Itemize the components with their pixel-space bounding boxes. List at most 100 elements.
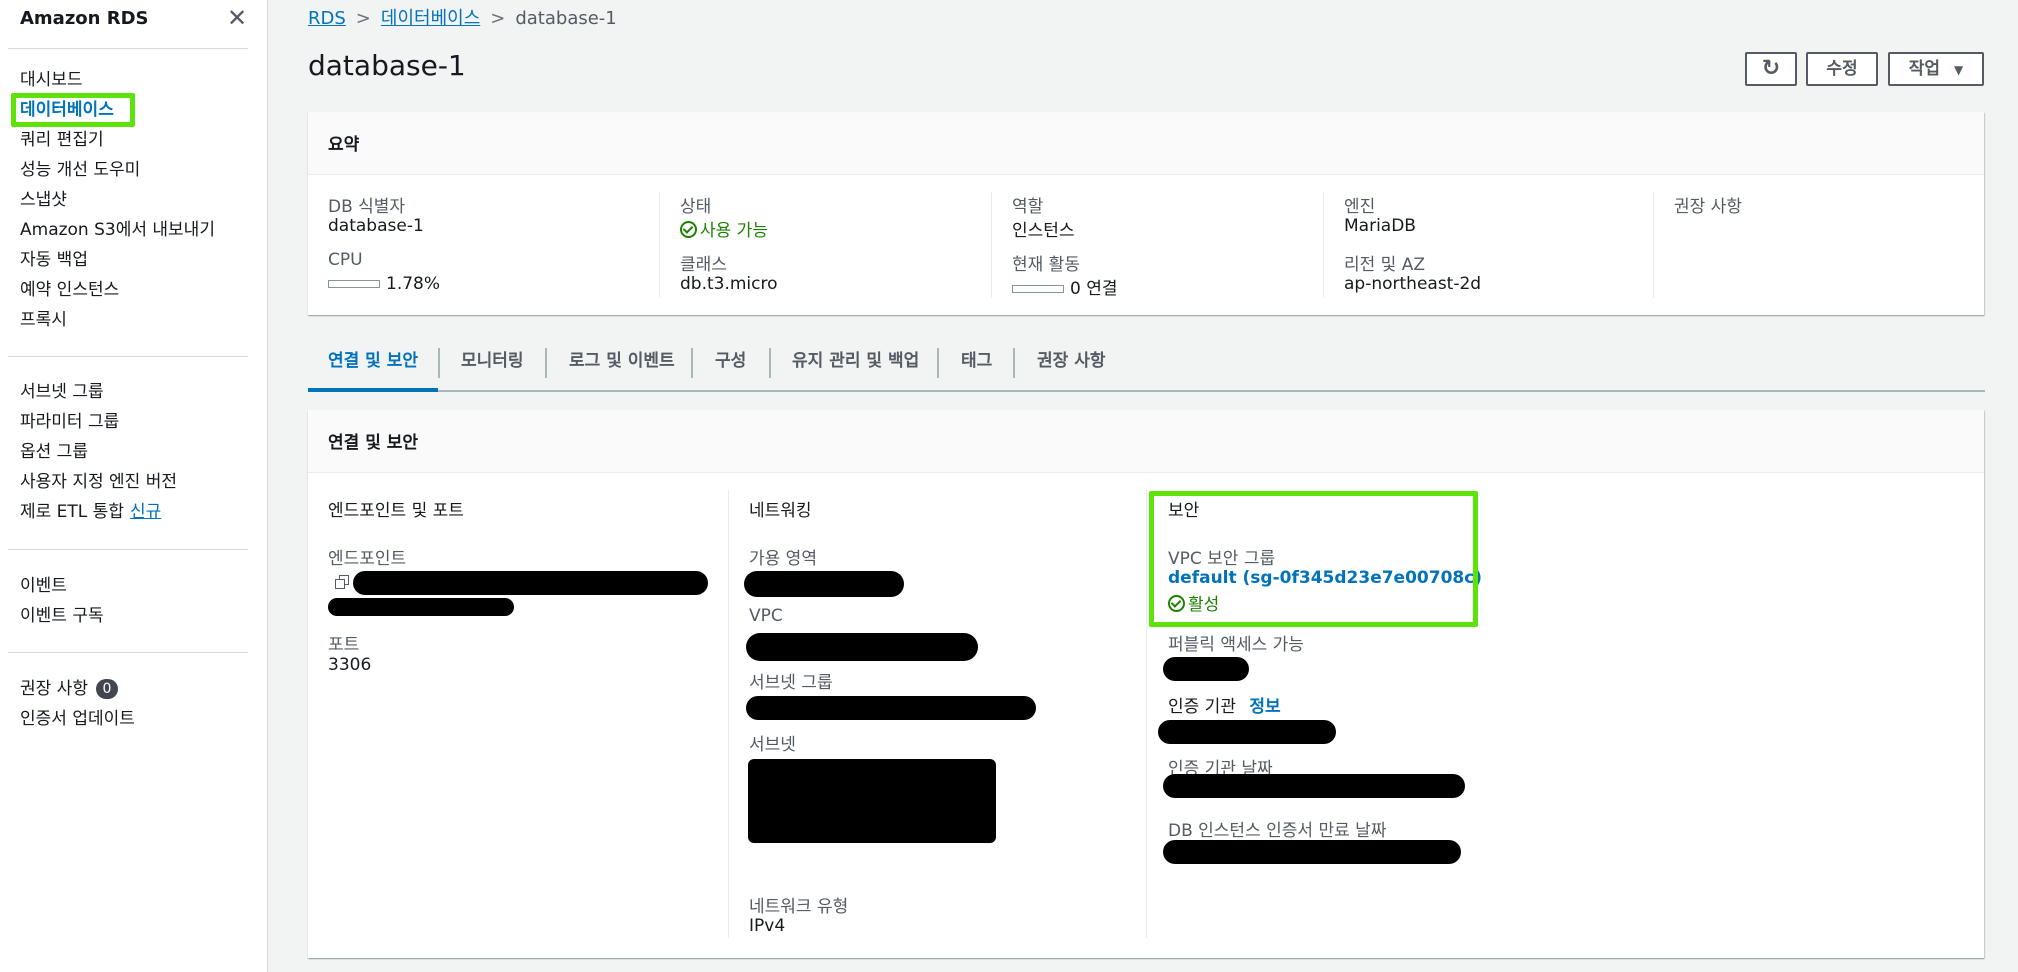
port-label: 포트 [328,635,360,655]
sidebar-title: Amazon RDS [20,8,149,29]
close-icon[interactable]: ✕ [224,6,250,32]
networking-heading: 네트워킹 [749,501,812,521]
cpu-percent: 1.78% [386,274,441,294]
tab-monitoring[interactable]: 모니터링 [461,338,524,388]
chevron-right-icon: > [355,8,371,29]
check-circle-icon [680,221,697,238]
sidebar-divider [8,48,248,49]
sidebar-item-event-subscriptions[interactable]: 이벤트 구독 [20,604,104,628]
region-az-value: ap-northeast-2d [1344,274,1482,294]
port-value: 3306 [328,655,372,675]
availability-zone-label: 가용 영역 [749,549,817,569]
sidebar-item-certificate-update[interactable]: 인증서 업데이트 [20,707,135,731]
connectivity-header: 연결 및 보안 [308,410,1984,473]
class-label: 클래스 [680,255,727,275]
sidebar-item-custom-engine-versions[interactable]: 사용자 지정 엔진 버전 [20,470,177,494]
tab-recommendations[interactable]: 권장 사항 [1037,338,1105,388]
refresh-icon: ↻ [1761,56,1781,81]
modify-button[interactable]: 수정 [1806,52,1878,86]
summary-panel: 요약 DB 식별자 database-1 CPU 1.78% 상태 사용 가능 … [308,112,1984,315]
actions-button[interactable]: 작업 ▼ [1888,52,1984,86]
sidebar-item-label: 권장 사항 [20,679,88,699]
detail-tabs: 연결 및 보안 모니터링 로그 및 이벤트 구성 유지 관리 및 백업 태그 권… [308,338,1985,392]
sidebar-divider [8,652,248,653]
publicly-accessible-label: 퍼블릭 액세스 가능 [1168,635,1304,655]
engine-label: 엔진 [1344,197,1376,217]
tab-configuration[interactable]: 구성 [715,338,746,388]
sidebar-item-reserved-instances[interactable]: 예약 인스턴스 [20,278,119,302]
column-divider [991,192,992,298]
current-activity-label: 현재 활동 [1012,255,1080,275]
connectivity-panel: 연결 및 보안 엔드포인트 및 포트 엔드포인트 포트 3306 네트워킹 가용… [308,410,1984,958]
sidebar-item-parameter-groups[interactable]: 파라미터 그룹 [20,410,119,434]
sidebar-item-subnet-groups[interactable]: 서브넷 그룹 [20,380,104,404]
summary-header: 요약 [308,112,1984,175]
role-label: 역할 [1012,197,1044,217]
engine-value: MariaDB [1344,216,1416,236]
count-badge: 0 [95,679,118,699]
tab-tags[interactable]: 태그 [961,338,992,388]
new-badge[interactable]: 신규 [130,502,161,522]
sidebar-item-performance-insights[interactable]: 성능 개선 도우미 [20,158,140,182]
redacted-subnets [748,759,996,843]
breadcrumb: RDS > 데이터베이스 > database-1 [308,6,617,32]
redacted-endpoint [328,598,514,616]
status-value: 사용 가능 [680,216,768,241]
sidebar-item-snapshots[interactable]: 스냅샷 [20,188,67,212]
highlight-box-security [1149,491,1478,627]
sidebar-header: Amazon RDS ✕ [20,6,250,36]
redacted-endpoint [353,571,708,595]
sidebar-item-query-editor[interactable]: 쿼리 편집기 [20,128,104,152]
column-divider [1146,490,1147,938]
cpu-label: CPU [328,250,363,270]
sidebar-item-events[interactable]: 이벤트 [20,574,67,598]
copy-icon[interactable] [335,575,349,589]
recommendations-label: 권장 사항 [1674,197,1742,217]
redacted-subnet-group [746,696,1036,720]
connectivity-title: 연결 및 보안 [328,433,419,453]
cpu-value: 1.78% [328,274,440,294]
breadcrumb-databases[interactable]: 데이터베이스 [381,8,480,29]
tab-divider [438,348,440,378]
tab-maintenance-backups[interactable]: 유지 관리 및 백업 [792,338,919,388]
sidebar-item-automated-backups[interactable]: 자동 백업 [20,248,88,272]
page-title: database-1 [308,49,466,82]
region-az-label: 리전 및 AZ [1344,255,1426,275]
redacted-availability-zone [744,571,904,597]
subnets-label: 서브넷 [749,735,796,755]
info-link[interactable]: 정보 [1249,697,1280,717]
sidebar-item-exports-s3[interactable]: Amazon S3에서 내보내기 [20,218,215,242]
sidebar-item-label: 제로 ETL 통합 [20,502,124,522]
sidebar-item-zero-etl[interactable]: 제로 ETL 통합 신규 [20,500,161,524]
sidebar-item-recommendations[interactable]: 권장 사항 0 [20,677,118,701]
db-identifier-label: DB 식별자 [328,197,406,217]
cpu-bar [328,280,380,288]
network-type-value: IPv4 [749,916,786,936]
sidebar-item-proxies[interactable]: 프록시 [20,308,67,332]
highlight-box-databases [11,93,135,127]
tab-connectivity-security[interactable]: 연결 및 보안 [308,338,438,392]
endpoint-label: 엔드포인트 [328,549,407,569]
redacted-ca [1158,720,1336,744]
column-divider [1323,192,1324,298]
summary-title: 요약 [328,135,360,155]
tab-divider [937,348,939,378]
breadcrumb-rds[interactable]: RDS [308,8,346,29]
tab-logs-events[interactable]: 로그 및 이벤트 [569,338,675,388]
redacted-vpc [746,633,978,661]
status-text: 사용 가능 [700,221,768,241]
tab-divider [1013,348,1015,378]
subnet-group-label: 서브넷 그룹 [749,673,833,693]
tab-divider [545,348,547,378]
column-divider [1653,192,1654,298]
redacted-ca-date [1163,774,1465,798]
sidebar-item-option-groups[interactable]: 옵션 그룹 [20,440,88,464]
sidebar-divider [8,549,248,550]
sidebar-item-dashboard[interactable]: 대시보드 [20,68,83,92]
cert-expiry-label: DB 인스턴스 인증서 만료 날짜 [1168,821,1387,841]
column-divider [659,192,660,298]
db-identifier-value: database-1 [328,216,424,236]
refresh-button[interactable]: ↻ [1745,52,1797,86]
activity-bar [1012,285,1064,293]
vpc-label: VPC [749,606,783,626]
